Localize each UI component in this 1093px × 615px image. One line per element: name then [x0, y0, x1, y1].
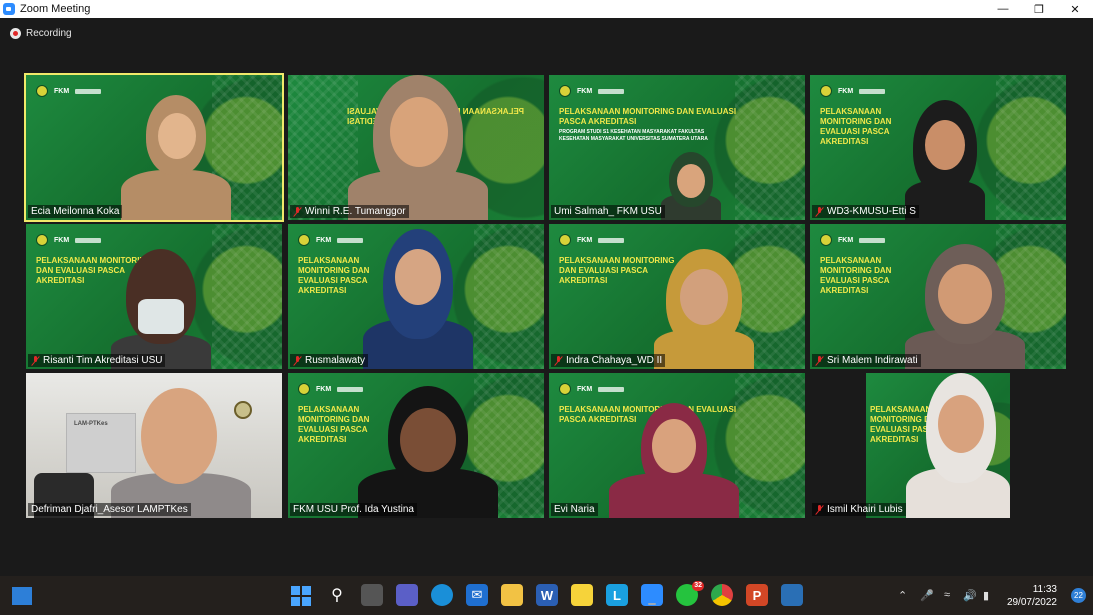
slide-subtitle: PROGRAM STUDI S1 KESEHATAN MASYARAKAT FA… — [559, 129, 708, 142]
teams-chat-icon[interactable] — [396, 584, 418, 606]
wall-sign-text: LAM-PTKes — [74, 421, 108, 427]
mail-icon[interactable]: ✉ — [466, 584, 488, 606]
windows-taskbar: ⚲ ✉ W L 32 P ⌃ 🎤 ≈ 🔊 ▮ 11:33 29/07/2022 … — [0, 576, 1093, 615]
maximize-button[interactable]: ❐ — [1021, 0, 1057, 18]
participant-video — [358, 386, 498, 518]
mic-muted-icon — [815, 206, 824, 217]
participant-name: Rusmalawaty — [290, 354, 369, 367]
window-app-icon[interactable] — [12, 587, 32, 605]
participant-video — [111, 249, 211, 369]
participant-name: Risanti Tim Akreditasi USU — [28, 354, 166, 367]
minimize-button[interactable]: — — [985, 0, 1021, 18]
video-tile[interactable]: FKM PELAKSANAAN MONITORING DAN EVALUASI … — [549, 373, 805, 518]
microphone-icon[interactable]: 🎤 — [920, 589, 934, 602]
video-tile[interactable]: FKM PELAKSANAAN MONITORING DAN EVALUASI … — [810, 224, 1066, 369]
usu-logo — [559, 85, 571, 97]
recording-indicator[interactable]: Recording — [10, 28, 72, 39]
notification-center-icon[interactable]: 22 — [1071, 588, 1086, 603]
participant-name: Defriman Djafri_Asesor LAMPTKes — [28, 503, 191, 516]
face-mask — [138, 299, 184, 334]
usu-logo — [36, 234, 48, 246]
word-icon[interactable]: W — [536, 584, 558, 606]
mic-muted-icon — [293, 206, 302, 217]
mic-muted-icon — [31, 355, 40, 366]
whatsapp-icon[interactable]: 32 — [676, 581, 704, 606]
start-icon[interactable] — [291, 586, 311, 606]
participant-name: Ismil Khairi Lubis — [812, 503, 906, 516]
participant-name: Ecia Meilonna Koka — [28, 205, 123, 218]
zoom-icon[interactable] — [641, 584, 663, 606]
participant-video — [363, 229, 473, 369]
participant-video-frame: PELAKSANAAN MONITORING DAN EVALUASI PASC… — [866, 373, 1010, 518]
participant-name: WD3-KMUSU-Etti S — [812, 205, 919, 218]
video-tile[interactable]: PELAKSANAAN MONITORING DAN EVALUASI PASC… — [810, 373, 1066, 518]
usu-logo — [820, 85, 832, 97]
usu-logo — [36, 85, 48, 97]
usu-logo — [559, 234, 571, 246]
video-tile[interactable]: FKM PELAKSANAAN MONITORING DAN EVALUASI … — [810, 75, 1066, 220]
mic-muted-icon — [554, 355, 563, 366]
usu-logo — [298, 234, 310, 246]
close-button[interactable]: ✕ — [1057, 0, 1093, 18]
l-app-icon[interactable]: L — [606, 584, 628, 606]
zoom-app-icon — [3, 3, 15, 15]
slide-brand: FKM — [54, 87, 70, 95]
edge-icon[interactable] — [431, 584, 453, 606]
participant-name: Sri Malem Indirawati — [812, 354, 921, 367]
task-view-icon[interactable] — [361, 584, 383, 606]
slide-title: PELAKSANAAN MONITORING DAN EVALUASI PASC… — [559, 107, 737, 126]
record-icon — [10, 28, 21, 39]
video-tile[interactable]: PELAKSANAAN MONITORING DAN EVALUASI PASC… — [288, 75, 544, 220]
clock[interactable]: 11:33 29/07/2022 — [1007, 583, 1057, 609]
participant-video — [609, 403, 739, 518]
video-tile[interactable]: FKM PELAKSANAAN MONITORING DAN EVALUASI … — [288, 373, 544, 518]
video-tile[interactable]: FKM PELAKSANAAN MONITORING DAN EVALUASI … — [288, 224, 544, 369]
chrome-icon[interactable] — [711, 584, 733, 606]
mic-muted-icon — [815, 504, 824, 515]
clock-date: 29/07/2022 — [1006, 597, 1057, 608]
chevron-up-icon[interactable]: ⌃ — [898, 589, 907, 602]
usu-logo — [298, 383, 310, 395]
mic-muted-icon — [815, 355, 824, 366]
participant-video — [905, 244, 1025, 369]
wifi-icon[interactable]: ≈ — [944, 589, 950, 601]
battery-icon[interactable]: ▮ — [983, 589, 989, 602]
participant-video — [111, 388, 251, 518]
recording-label: Recording — [26, 28, 72, 39]
participant-name: Indra Chahaya_WD II — [551, 354, 666, 367]
usu-logo — [820, 234, 832, 246]
participant-name: Umi Salmah_ FKM USU — [551, 205, 665, 218]
file-explorer-icon[interactable] — [501, 584, 523, 606]
usu-logo — [559, 383, 571, 395]
clock-time: 11:33 — [1032, 584, 1057, 595]
zoom-meeting-window: Zoom Meeting — ❐ ✕ Recording FKM Ecia Me… — [0, 0, 1093, 615]
window-title: Zoom Meeting — [20, 3, 91, 15]
participant-video — [661, 152, 721, 220]
powerpoint-icon[interactable]: P — [746, 584, 768, 606]
participant-video — [654, 249, 754, 369]
volume-icon[interactable]: 🔊 — [963, 589, 977, 602]
video-tile[interactable]: LAM-PTKes Defriman Djafri_Asesor LAMPTKe… — [26, 373, 282, 518]
participant-name: Evi Naria — [551, 503, 598, 516]
search-icon[interactable]: ⚲ — [326, 584, 348, 606]
participant-name: FKM USU Prof. Ida Yustina — [290, 503, 417, 516]
sticky-notes-icon[interactable] — [571, 584, 593, 606]
video-tile[interactable]: FKM PELAKSANAAN MONITORING DAN EVALUASI … — [549, 75, 805, 220]
mic-muted-icon — [293, 355, 302, 366]
participant-video — [906, 373, 1010, 518]
video-tile[interactable]: FKM PELAKSANAAN MONITORING DAN EVALUASI … — [26, 224, 282, 369]
participant-video — [905, 100, 985, 220]
participant-video — [348, 75, 488, 220]
whatsapp-badge: 32 — [692, 581, 704, 591]
window-controls: — ❐ ✕ — [985, 0, 1093, 18]
photos-icon[interactable] — [781, 584, 803, 606]
video-tile[interactable]: FKM PELAKSANAAN MONITORING DAN EVALUASI … — [549, 224, 805, 369]
video-tile[interactable]: FKM Ecia Meilonna Koka — [24, 73, 284, 222]
participant-name: Winni R.E. Tumanggor — [290, 205, 409, 218]
participant-video — [121, 95, 231, 220]
title-bar: Zoom Meeting — ❐ ✕ — [0, 0, 1093, 18]
